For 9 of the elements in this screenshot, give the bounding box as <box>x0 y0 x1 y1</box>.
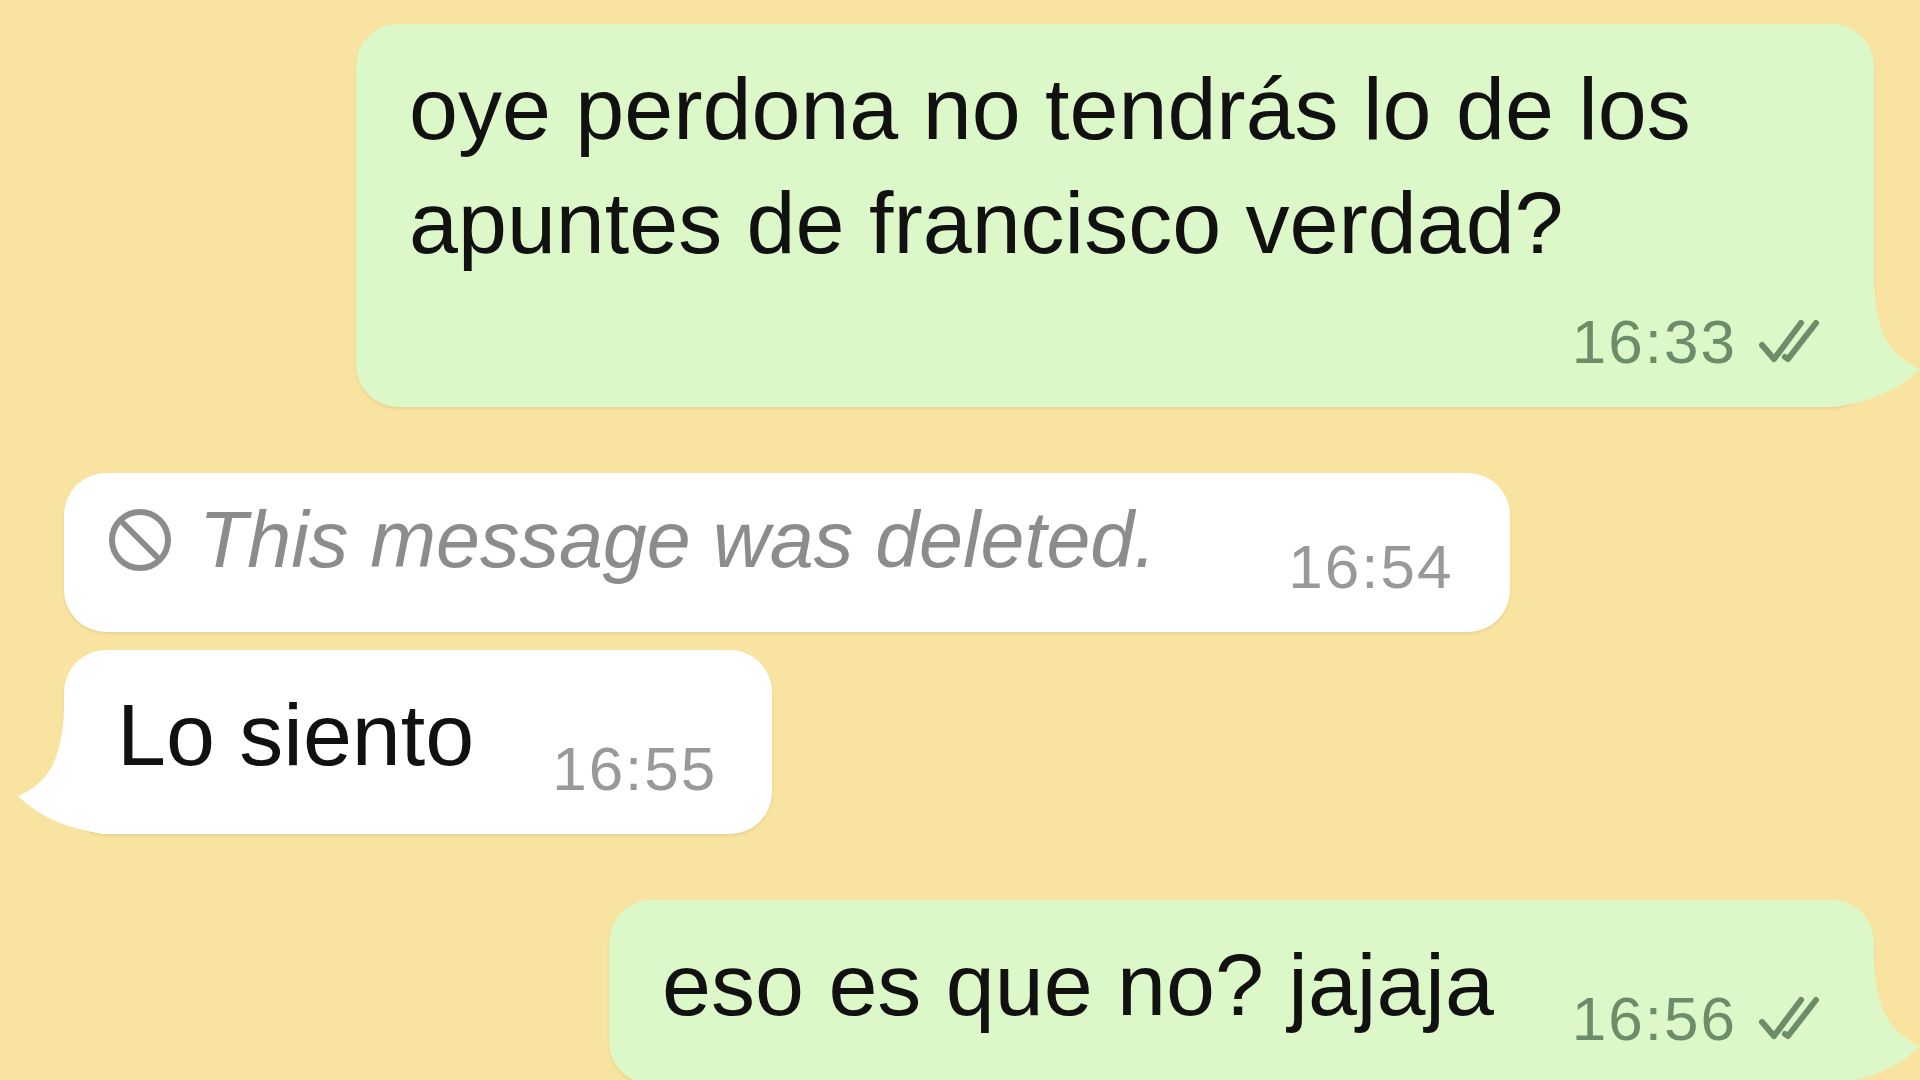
message-time: 16:56 <box>1571 988 1737 1050</box>
message-time: 16:54 <box>1288 536 1454 598</box>
deleted-message-text: This message was deleted. <box>199 494 1157 586</box>
message-text: eso es que no? jajaja <box>662 934 1494 1036</box>
message-text: Lo siento <box>117 684 475 786</box>
message-time: 16:33 <box>1571 311 1737 373</box>
prohibited-icon <box>108 508 172 572</box>
message-text: oye perdona no tendrás lo de los apuntes de francisco verdad? <box>409 58 1692 274</box>
message-time: 16:55 <box>552 738 718 800</box>
